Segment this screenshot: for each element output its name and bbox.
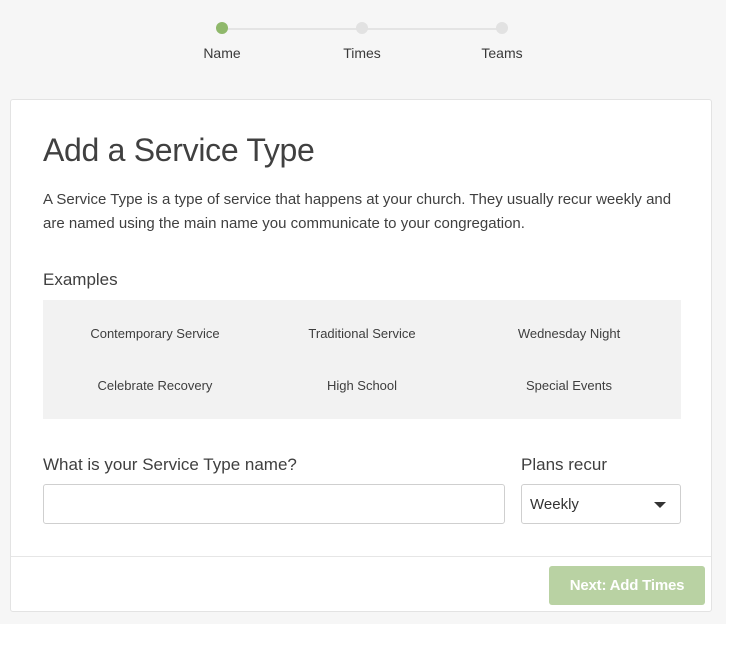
page-title: Add a Service Type [43,132,315,168]
card-description: A Service Type is a type of service that… [43,191,672,232]
step-dot-icon [496,22,508,34]
example-item: Traditional Service [308,326,416,341]
step-label: Times [343,45,381,61]
add-service-type-card: Add a Service Type A Service Type is a t… [10,99,712,612]
card-footer-divider [11,556,711,557]
next-add-times-button[interactable]: Next: Add Times [549,566,705,605]
examples-panel: Contemporary Service Traditional Service… [43,300,681,419]
chevron-down-icon [654,502,666,508]
step-times[interactable]: Times [302,22,422,61]
step-label: Name [203,45,241,61]
step-name[interactable]: Name [162,22,282,61]
example-item: Contemporary Service [90,326,220,341]
step-dot-icon [216,22,228,34]
progress-stepper: Name Times Teams [0,0,726,90]
step-teams[interactable]: Teams [442,22,562,61]
example-item: Special Events [526,378,612,393]
step-label: Teams [481,45,523,61]
service-type-name-input[interactable] [43,484,505,524]
step-dot-icon [356,22,368,34]
plans-recur-label: Plans recur [521,455,607,474]
example-item: High School [326,378,398,393]
plans-recur-value: Weekly [530,496,579,513]
examples-heading: Examples [43,270,118,289]
plans-recur-select[interactable]: Weekly [521,484,681,524]
example-item: Celebrate Recovery [97,378,213,393]
example-item: Wednesday Night [517,326,621,341]
service-type-name-label: What is your Service Type name? [43,455,297,474]
